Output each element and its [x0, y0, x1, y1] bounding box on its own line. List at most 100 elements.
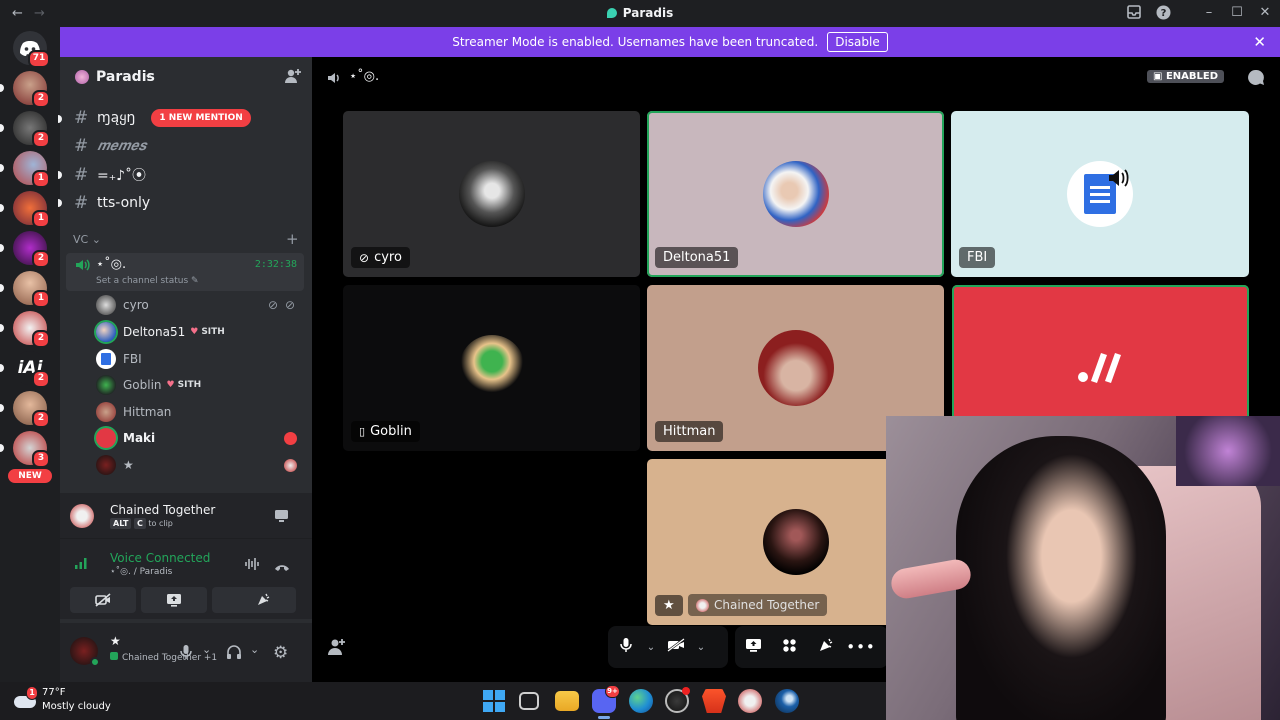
- brave-icon[interactable]: [702, 689, 726, 713]
- unread-pill: [58, 199, 62, 207]
- share-screen-button[interactable]: [141, 587, 207, 613]
- voice-user-name: Hittman: [123, 405, 172, 419]
- screen-share-icon[interactable]: [735, 638, 771, 657]
- invite-to-voice-icon[interactable]: [327, 638, 346, 660]
- server-header[interactable]: Paradis ⌄: [60, 57, 312, 97]
- channel-music[interactable]: # =₊♪˚⦿: [74, 163, 146, 187]
- close-window-icon[interactable]: ✕: [1257, 5, 1273, 21]
- unread-pill: [0, 324, 4, 332]
- chevron-down-icon[interactable]: ⌄: [644, 642, 658, 653]
- voice-user-name: Goblin: [123, 378, 162, 392]
- close-banner-icon[interactable]: ✕: [1253, 33, 1266, 51]
- more-options-icon[interactable]: •••: [843, 638, 879, 656]
- soundboard-icon[interactable]: [807, 637, 843, 658]
- invite-people-icon[interactable]: [284, 68, 301, 89]
- voice-user-hittman[interactable]: Hittman: [96, 400, 171, 424]
- voice-user-goblin[interactable]: Goblin ♥ SITH: [96, 373, 201, 397]
- help-icon[interactable]: ?: [1155, 5, 1171, 21]
- new-mention-badge[interactable]: 1 NEW MENTION: [151, 109, 251, 127]
- unread-pill: [0, 444, 4, 452]
- weather-desc: Mostly cloudy: [42, 701, 111, 712]
- stage-channel-name: ⋆˚◎.: [349, 69, 380, 84]
- game-icon: [70, 504, 94, 528]
- maximize-icon[interactable]: ☐: [1229, 5, 1245, 21]
- tile-label: ★: [655, 595, 683, 616]
- chevron-down-icon[interactable]: ⌄: [694, 642, 708, 653]
- voice-user-cyro[interactable]: cyro ⊘ ⊘: [96, 293, 295, 317]
- stream-icon[interactable]: [274, 508, 289, 527]
- voice-user-fbi[interactable]: FBI: [96, 347, 142, 371]
- inbox-icon[interactable]: [1126, 5, 1142, 21]
- unread-pill: [0, 284, 4, 292]
- new-servers-badge[interactable]: NEW: [8, 469, 52, 483]
- chevron-down-icon[interactable]: ⌄: [250, 643, 259, 656]
- disconnect-icon[interactable]: [274, 558, 290, 577]
- activities-icon[interactable]: [771, 638, 807, 657]
- soundboard-button[interactable]: [230, 587, 296, 613]
- voice-channel-active[interactable]: ⋆˚◎. 2:32:38 Set a channel status ✎: [66, 253, 304, 291]
- discord-app: ← → Paradis ? – ☐ ✕ Streamer Mode is ena…: [0, 0, 1280, 720]
- voice-user-deltona51[interactable]: Deltona51 ♥ SITH: [96, 320, 225, 344]
- heart-icon: ♥: [166, 380, 175, 390]
- voice-channel-path[interactable]: ⋆˚◎. / Paradis: [110, 567, 172, 577]
- channel-tts-only[interactable]: # tts-only: [74, 191, 150, 215]
- streamer-icon: ▣: [1153, 71, 1166, 82]
- channel-main[interactable]: # ɱąყŋ 1 NEW MENTION: [74, 106, 251, 130]
- voice-user-star[interactable]: ★: [96, 453, 297, 477]
- video-tile-fbi[interactable]: FBI: [951, 111, 1249, 277]
- video-tile-goblin[interactable]: ▯ Goblin: [343, 285, 640, 451]
- avatar: [96, 349, 116, 369]
- task-view-icon[interactable]: [519, 692, 539, 710]
- microphone-icon[interactable]: [180, 644, 192, 664]
- noise-suppression-icon[interactable]: [244, 556, 260, 575]
- server-list: 71 2 2 1 1 2 1 2 iAi 2 2 3 NEW: [0, 27, 60, 682]
- text-channel-icon: #: [74, 108, 89, 128]
- microphone-icon[interactable]: [608, 637, 644, 657]
- role-tag: ♥ SITH: [166, 380, 202, 390]
- user-name[interactable]: ★: [110, 634, 121, 648]
- role-tag: ♥ SITH: [190, 327, 225, 337]
- game-taskbar-icon[interactable]: [738, 689, 762, 713]
- edge-icon[interactable]: [629, 689, 653, 713]
- voice-user-name: cyro: [123, 298, 149, 312]
- windows-start-icon[interactable]: [482, 689, 506, 713]
- streamer-enabled-badge[interactable]: ▣ ENABLED: [1147, 70, 1225, 83]
- speaker-icon: [1107, 167, 1129, 193]
- settings-gear-icon[interactable]: ⚙: [273, 643, 288, 663]
- avatar: [757, 330, 834, 406]
- avatar: [96, 375, 116, 395]
- camera-off-icon[interactable]: [658, 638, 694, 656]
- speaker-icon: [326, 70, 342, 90]
- activity-icon: [284, 431, 297, 445]
- add-channel-icon[interactable]: +: [286, 230, 299, 248]
- headphones-icon[interactable]: [226, 644, 242, 664]
- voice-user-maki[interactable]: Maki: [96, 426, 297, 450]
- server-badge: 1: [32, 210, 50, 228]
- user-panel: ★ Chained Together +1 ⌄ ⌄ ⚙: [60, 623, 312, 682]
- signal-icon: [74, 555, 88, 574]
- avatar: [96, 455, 116, 475]
- camera-toggle-button[interactable]: [70, 587, 136, 613]
- weather-widget[interactable]: 1 77°F Mostly cloudy: [14, 686, 114, 716]
- steam-icon[interactable]: [775, 689, 799, 713]
- channel-memes[interactable]: # 𝒎𝒆𝒎𝒆𝒔: [74, 134, 146, 158]
- text-channel-icon: #: [74, 165, 89, 185]
- chat-bubble-icon[interactable]: [1248, 69, 1265, 90]
- tile-label: FBI: [959, 247, 996, 268]
- streamer-mode-banner: Streamer Mode is enabled. Usernames have…: [60, 27, 1280, 57]
- category-vc[interactable]: VC ⌄: [73, 233, 101, 246]
- video-tile-cyro[interactable]: ⊘ cyro: [343, 111, 640, 277]
- file-explorer-icon[interactable]: [555, 691, 579, 711]
- weather-badge: 1: [26, 686, 38, 700]
- server-badge: 2: [32, 410, 50, 428]
- chevron-down-icon: ⌄: [91, 233, 101, 246]
- channel-status-input[interactable]: Set a channel status ✎: [96, 276, 199, 286]
- video-tile-deltona51[interactable]: Deltona51: [647, 111, 944, 277]
- avatar: [96, 428, 116, 448]
- disable-button[interactable]: Disable: [827, 32, 888, 52]
- voice-connected-label[interactable]: Voice Connected: [110, 551, 210, 565]
- minimize-icon[interactable]: –: [1201, 5, 1217, 21]
- chevron-down-icon[interactable]: ⌄: [202, 643, 211, 656]
- tile-label: Hittman: [655, 421, 724, 442]
- recording-dot: [682, 687, 690, 695]
